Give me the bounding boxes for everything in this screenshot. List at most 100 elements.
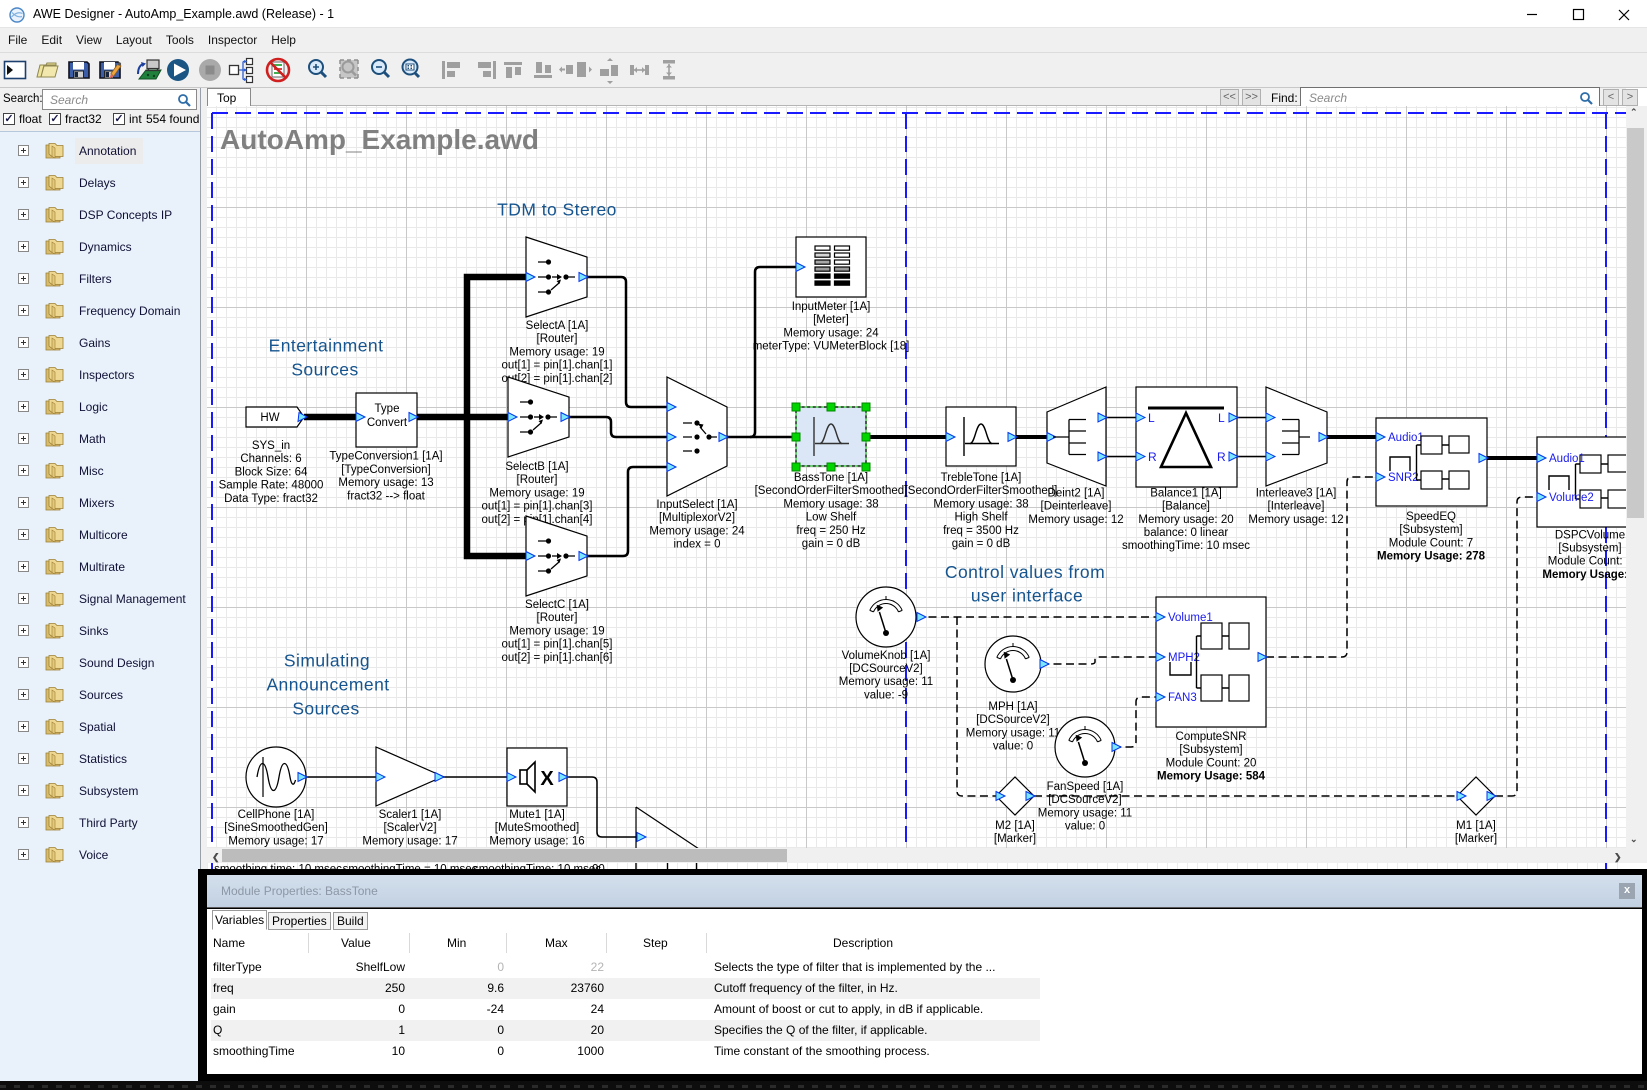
svg-text:SelectA [1A]: SelectA [1A] (526, 320, 589, 332)
svg-text:balance: 0 linear: balance: 0 linear (1144, 527, 1229, 539)
svg-text:VolumeKnob [1A]: VolumeKnob [1A] (842, 650, 931, 662)
svg-text:index = 0: index = 0 (674, 539, 721, 551)
svg-text:M1 [1A]: M1 [1A] (1456, 820, 1496, 832)
svg-text:Volume2: Volume2 (1549, 492, 1594, 504)
svg-text:[Marker]: [Marker] (1455, 833, 1497, 845)
svg-text:Interleave3 [1A]: Interleave3 [1A] (1256, 487, 1337, 499)
svg-text:Module Count: 5: Module Count: 5 (1548, 556, 1626, 568)
svg-text:Memory usage: 11: Memory usage: 11 (1038, 807, 1132, 819)
svg-text:value: 0: value: 0 (1065, 821, 1105, 833)
svg-text:SNR2: SNR2 (1388, 472, 1419, 484)
svg-text:Memory usage: 17: Memory usage: 17 (362, 835, 457, 847)
svg-text:[Subsystem]: [Subsystem] (1179, 744, 1242, 756)
svg-text:Data Type: fract32: Data Type: fract32 (224, 493, 318, 505)
svg-text:gain = 0 dB: gain = 0 dB (802, 538, 861, 550)
svg-text:[Subsystem]: [Subsystem] (1558, 543, 1621, 555)
svg-text:meterType: VUMeterBlock [18]: meterType: VUMeterBlock [18] (753, 341, 910, 353)
svg-text:Volume1: Volume1 (1168, 612, 1213, 624)
svg-text:out[1] = pin[1].chan[3]: out[1] = pin[1].chan[3] (482, 501, 593, 513)
svg-text:Memory usage: 20: Memory usage: 20 (1138, 514, 1233, 526)
svg-text:[DCSourceV2]: [DCSourceV2] (1048, 794, 1122, 806)
svg-text:L: L (1218, 411, 1225, 425)
svg-text:out[1] = pin[1].chan[5]: out[1] = pin[1].chan[5] (502, 639, 613, 651)
svg-text:BassTone [1A]: BassTone [1A] (794, 472, 868, 484)
svg-text:[Subsystem]: [Subsystem] (1399, 524, 1462, 536)
svg-text:SYS_in: SYS_in (252, 440, 290, 452)
svg-text:freq = 250 Hz: freq = 250 Hz (796, 525, 866, 537)
svg-text:Memory usage: 19: Memory usage: 19 (509, 346, 604, 358)
svg-text:ComputeSNR: ComputeSNR (1176, 731, 1247, 743)
svg-text:[MultiplexorV2]: [MultiplexorV2] (659, 512, 735, 524)
svg-text:DSPCVolume: DSPCVolume (1555, 529, 1625, 541)
svg-text:Memory usage: 38: Memory usage: 38 (783, 498, 878, 510)
svg-text:TrebleTone [1A]: TrebleTone [1A] (941, 472, 1022, 484)
svg-text:[SineSmoothedGen]: [SineSmoothedGen] (224, 822, 328, 834)
svg-text:Announcement: Announcement (266, 675, 389, 695)
svg-text:[MuteSmoothed]: [MuteSmoothed] (495, 822, 579, 834)
svg-text:Simulating: Simulating (284, 651, 370, 671)
svg-text:Memory usage: 38: Memory usage: 38 (933, 498, 1028, 510)
svg-text:FAN3: FAN3 (1168, 692, 1197, 704)
svg-text:Entertainment: Entertainment (269, 336, 384, 356)
svg-text:[SecondOrderFilterSmoothed]: [SecondOrderFilterSmoothed] (755, 485, 908, 497)
svg-text:gain = 0 dB: gain = 0 dB (952, 538, 1011, 550)
svg-text:Memory usage: 24: Memory usage: 24 (783, 327, 879, 339)
svg-text:TDM to Stereo: TDM to Stereo (497, 199, 617, 219)
svg-text:Control values from: Control values from (945, 562, 1105, 582)
svg-text:Deint2 [1A]: Deint2 [1A] (1048, 487, 1105, 499)
svg-text:Mute1 [1A]: Mute1 [1A] (509, 809, 565, 821)
svg-text:MPH2: MPH2 (1168, 652, 1200, 664)
svg-text:X: X (540, 768, 554, 790)
svg-text:Audio1: Audio1 (1388, 432, 1424, 444)
svg-text:SelectB [1A]: SelectB [1A] (505, 461, 568, 473)
svg-text:freq = 3500 Hz: freq = 3500 Hz (943, 525, 1019, 537)
svg-text:fract32 --> float: fract32 --> float (347, 490, 425, 502)
svg-text:value: -9: value: -9 (864, 689, 908, 701)
svg-text:[Marker]: [Marker] (994, 833, 1036, 845)
svg-text:[Deinterleave]: [Deinterleave] (1041, 501, 1112, 513)
svg-text:CellPhone [1A]: CellPhone [1A] (238, 809, 315, 821)
svg-text:Memory Usage: 584: Memory Usage: 584 (1157, 771, 1266, 783)
svg-text:Memory usage: 13: Memory usage: 13 (338, 477, 433, 489)
svg-text:SpeedEQ: SpeedEQ (1406, 511, 1456, 523)
svg-text:[TypeConversion]: [TypeConversion] (341, 464, 431, 476)
svg-text:Audio1: Audio1 (1549, 453, 1585, 465)
svg-text:Memory usage: 19: Memory usage: 19 (509, 625, 604, 637)
svg-text:Memory usage: 11: Memory usage: 11 (966, 727, 1060, 739)
svg-text:R: R (1148, 450, 1157, 464)
svg-text:[ScalerV2]: [ScalerV2] (383, 822, 436, 834)
svg-text:Memory usage: 12: Memory usage: 12 (1028, 514, 1123, 526)
svg-text:L: L (1148, 411, 1155, 425)
svg-text:Scaler1 [1A]: Scaler1 [1A] (379, 809, 442, 821)
svg-text:Sample Rate: 48000: Sample Rate: 48000 (219, 480, 324, 492)
svg-text:R: R (1217, 450, 1226, 464)
svg-text:Channels: 6: Channels: 6 (240, 453, 301, 465)
svg-text:FanSpeed [1A]: FanSpeed [1A] (1047, 781, 1124, 793)
svg-text:InputMeter [1A]: InputMeter [1A] (792, 301, 871, 313)
svg-text:[Router]: [Router] (537, 333, 578, 345)
svg-text:Memory usage: 24: Memory usage: 24 (649, 525, 745, 537)
svg-text:user interface: user interface (971, 586, 1083, 606)
svg-text:[Router]: [Router] (537, 612, 578, 624)
svg-text:[DCSourceV2]: [DCSourceV2] (976, 714, 1050, 726)
svg-text:Memory usage: 19: Memory usage: 19 (489, 487, 584, 499)
svg-text:[Interleave]: [Interleave] (1268, 501, 1325, 513)
svg-text:[Balance]: [Balance] (1162, 501, 1210, 513)
svg-text:Low Shelf: Low Shelf (806, 512, 857, 524)
svg-text:[Meter]: [Meter] (813, 314, 849, 326)
svg-text:Balance1 [1A]: Balance1 [1A] (1150, 487, 1222, 499)
svg-text:High Shelf: High Shelf (954, 512, 1008, 524)
svg-text:MPH [1A]: MPH [1A] (988, 701, 1037, 713)
svg-text:Memory usage: 17: Memory usage: 17 (228, 835, 323, 847)
svg-text:Memory usage: 11: Memory usage: 11 (839, 676, 933, 688)
svg-text:Convert: Convert (367, 417, 408, 429)
svg-text:Type: Type (375, 403, 400, 415)
svg-text:Sources: Sources (291, 360, 358, 380)
svg-text:Module Count: 7: Module Count: 7 (1389, 537, 1473, 549)
svg-text:Module Count: 20: Module Count: 20 (1166, 757, 1257, 769)
svg-text:Memory usage: 12: Memory usage: 12 (1248, 514, 1343, 526)
svg-text:[SecondOrderFilterSmoothed]: [SecondOrderFilterSmoothed] (905, 485, 1058, 497)
svg-text:[Router]: [Router] (517, 474, 558, 486)
svg-text:AutoAmp_Example.awd: AutoAmp_Example.awd (220, 124, 539, 155)
svg-text:Memory Usage: 278: Memory Usage: 278 (1377, 551, 1486, 563)
